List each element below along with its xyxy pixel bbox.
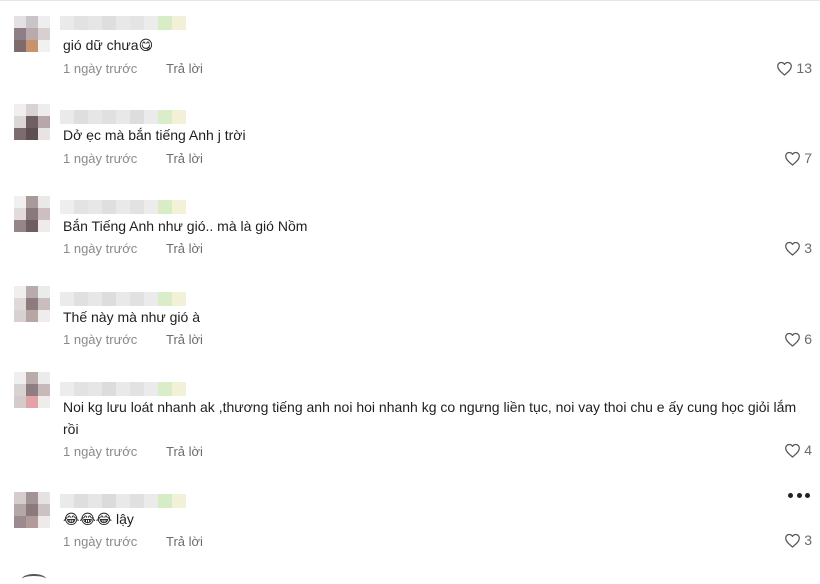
like-button[interactable]: 7 [784,150,812,166]
comment-time: 1 ngày trước [63,332,138,347]
like-count: 6 [804,331,812,347]
username-blurred[interactable] [60,292,186,306]
comment-time: 1 ngày trước [63,534,138,549]
avatar[interactable] [14,372,50,408]
avatar[interactable] [14,492,50,528]
reply-button[interactable]: Trả lời [166,332,203,347]
comment-time: 1 ngày trước [63,151,138,166]
reply-button[interactable]: Trả lời [166,61,203,76]
reply-button[interactable]: Trả lời [166,534,203,549]
heart-outline-icon [785,332,801,347]
like-button[interactable]: 6 [784,331,812,347]
heart-outline-icon [785,241,801,256]
heart-outline-icon [785,443,801,458]
comment-text: 😂😂😂 lậy [63,511,134,527]
heart-outline-icon [785,533,801,548]
username-blurred[interactable] [60,16,186,30]
comment-text: Bắn Tiếng Anh như gió.. mà là gió Nồm [63,218,308,234]
top-divider [0,0,820,1]
comment-time: 1 ngày trước [63,241,138,256]
like-count: 3 [804,240,812,256]
more-options-icon[interactable] [788,490,810,500]
comment-text: Noi kg lưu loát nhanh ak ,thương tiếng a… [63,399,797,437]
heart-outline-icon [785,151,801,166]
username-blurred[interactable] [60,382,186,396]
comment-time: 1 ngày trước [63,61,138,76]
avatar[interactable] [14,196,50,232]
avatar[interactable] [14,286,50,322]
like-button[interactable]: 4 [784,442,812,458]
like-count: 3 [804,532,812,548]
avatar[interactable] [14,104,50,140]
heart-outline-icon [777,61,793,76]
comment-time: 1 ngày trước [63,444,138,459]
comment-text: Dở ẹc mà bắn tiếng Anh j trời [63,127,246,143]
reply-button[interactable]: Trả lời [166,444,203,459]
comment-text: Thế này mà như gió à [63,309,201,325]
like-button[interactable]: 3 [784,532,812,548]
comment-text: gió dữ chưa😋 [63,37,154,53]
like-button[interactable]: 3 [784,240,812,256]
avatar[interactable] [14,16,50,52]
username-blurred[interactable] [60,200,186,214]
reply-button[interactable]: Trả lời [166,241,203,256]
reply-button[interactable]: Trả lời [166,151,203,166]
like-count: 13 [796,60,812,76]
like-button[interactable]: 13 [776,60,812,76]
username-blurred[interactable] [60,494,186,508]
like-count: 7 [804,150,812,166]
username-blurred[interactable] [60,110,186,124]
next-avatar-partial [22,574,46,584]
like-count: 4 [804,442,812,458]
